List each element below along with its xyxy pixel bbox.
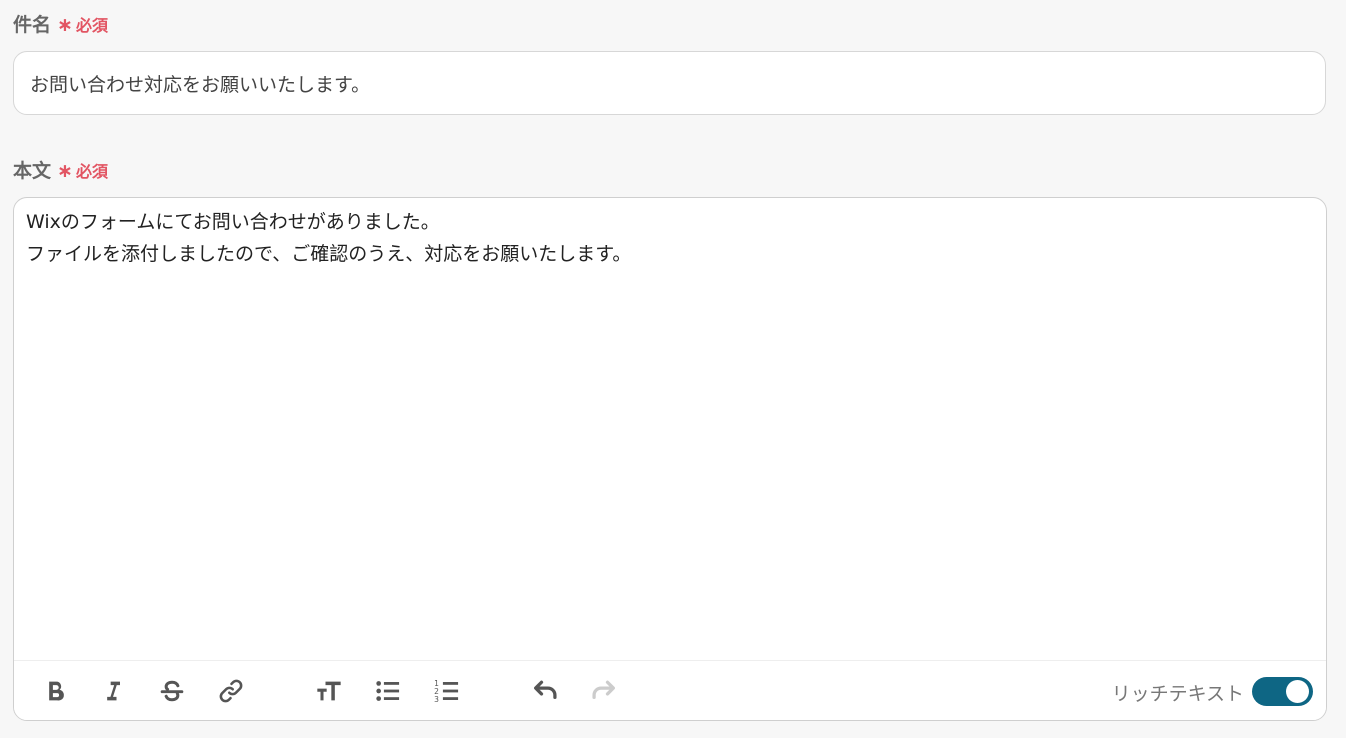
body-label-row: 本文 ∗ 必須: [13, 156, 108, 183]
italic-icon: [107, 681, 120, 701]
numbered-list-icon: 1 2 3: [434, 679, 459, 704]
bullet-list-button[interactable]: [373, 676, 403, 706]
body-line: ファイルを添付しましたので、ご確認のうえ、対応をお願いたします。: [26, 243, 632, 265]
subject-value: お問い合わせ対応をお願いいたします。: [30, 73, 371, 96]
strikethrough-icon: [160, 680, 184, 702]
svg-text:3: 3: [434, 695, 439, 704]
body-line: Wixのフォームにてお問い合わせがありました。: [26, 211, 440, 233]
editor-toolbar: 1 2 3 リッチテキスト: [14, 660, 1326, 720]
body-label: 本文: [13, 160, 52, 182]
subject-label: 件名: [13, 14, 52, 36]
italic-button[interactable]: [98, 676, 128, 706]
link-button[interactable]: [216, 676, 246, 706]
toggle-knob: [1286, 680, 1309, 703]
subject-label-row: 件名 ∗ 必須: [13, 10, 108, 37]
font-size-icon: [317, 681, 341, 701]
required-asterisk: ∗: [57, 160, 73, 182]
numbered-list-button[interactable]: 1 2 3: [432, 676, 462, 706]
bold-button[interactable]: [40, 676, 70, 706]
undo-icon: [534, 680, 557, 700]
required-asterisk: ∗: [57, 14, 73, 36]
subject-input[interactable]: お問い合わせ対応をお願いいたします。: [13, 51, 1326, 115]
body-editor: Wixのフォームにてお問い合わせがありました。 ファイルを添付しましたので、ご確…: [13, 197, 1327, 721]
redo-button[interactable]: [589, 676, 619, 706]
font-size-button[interactable]: [314, 676, 344, 706]
bold-icon: [49, 681, 64, 701]
undo-button[interactable]: [530, 676, 560, 706]
strikethrough-button[interactable]: [157, 676, 187, 706]
link-icon: [219, 679, 243, 703]
required-badge: 必須: [75, 16, 108, 35]
redo-icon: [592, 680, 615, 700]
rich-text-label: リッチテキスト: [1111, 683, 1244, 705]
rich-text-toggle[interactable]: [1252, 677, 1313, 706]
required-badge: 必須: [75, 162, 108, 181]
bullet-list-icon: [376, 681, 400, 701]
body-textarea[interactable]: Wixのフォームにてお問い合わせがありました。 ファイルを添付しましたので、ご確…: [14, 198, 1326, 660]
